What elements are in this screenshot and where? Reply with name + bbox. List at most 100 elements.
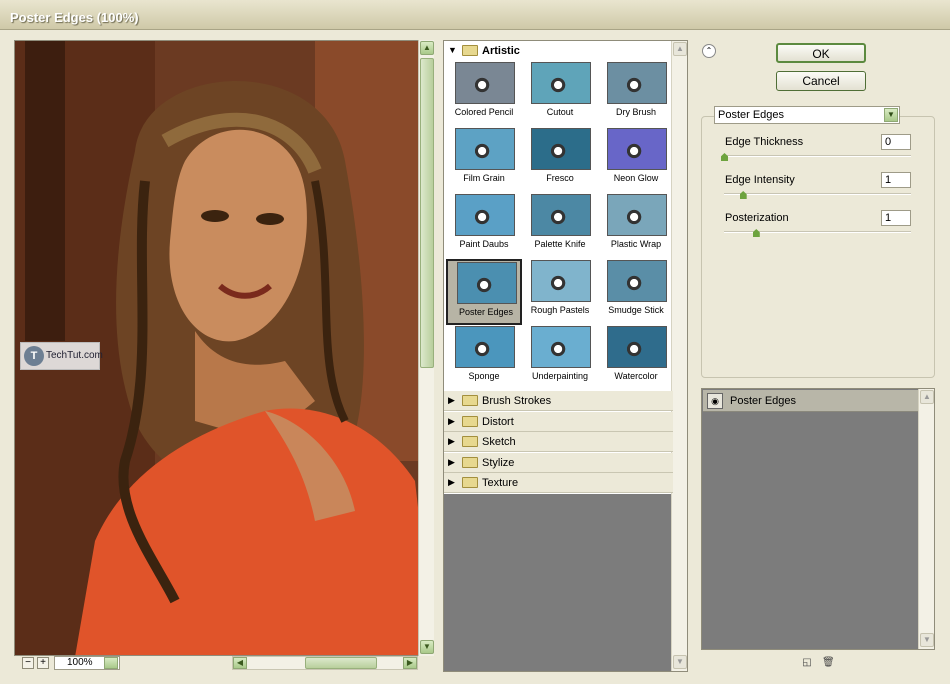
folder-icon [462, 456, 478, 468]
filter-thumb-label: Poster Edges [458, 307, 514, 317]
category-label: Artistic [482, 45, 520, 57]
scroll-up-icon[interactable]: ▲ [920, 390, 934, 404]
scroll-down-icon[interactable]: ▼ [920, 633, 934, 647]
filter-thumb-underpainting[interactable]: Underpainting [522, 325, 598, 391]
filter-thumb-paint-daubs[interactable]: Paint Daubs [446, 193, 522, 259]
scroll-up-icon[interactable]: ▲ [673, 42, 687, 56]
filter-thumb-poster-edges[interactable]: Poster Edges [446, 259, 522, 325]
filter-thumb-label: Paint Daubs [459, 239, 509, 249]
category-label: Distort [482, 415, 514, 428]
category-stylize[interactable]: ▶ Stylize [444, 452, 673, 473]
edge-intensity-slider[interactable] [724, 193, 911, 195]
category-label: Texture [482, 477, 519, 489]
layers-scrollbar[interactable]: ▲ ▼ [918, 389, 934, 649]
watermark-icon: T [24, 346, 44, 366]
gallery-scrollbar[interactable]: ▲ ▼ [671, 41, 687, 671]
filter-thumb-palette-knife[interactable]: Palette Knife [522, 193, 598, 259]
filter-thumb-cutout[interactable]: Cutout [522, 61, 598, 127]
category-texture[interactable]: ▶ Texture [444, 473, 673, 493]
posterization-slider[interactable] [724, 231, 911, 233]
category-label: Stylize [482, 456, 515, 469]
filter-thumb-label: Sponge [468, 371, 500, 381]
edge-intensity-input[interactable]: 1 [881, 172, 911, 188]
category-brush-strokes[interactable]: ▶ Brush Strokes [444, 391, 673, 411]
folder-icon [462, 436, 478, 447]
filter-thumb-label: Plastic Wrap [610, 239, 662, 249]
filter-preview-image [607, 326, 667, 368]
title-bar[interactable]: Poster Edges (100%) [0, 0, 950, 30]
category-label: Sketch [482, 436, 516, 448]
category-distort[interactable]: ▶ Distort [444, 411, 673, 432]
filter-preview-image [455, 128, 515, 170]
folder-icon [462, 395, 478, 406]
filter-thumb-dry-brush[interactable]: Dry Brush [598, 61, 674, 127]
filter-thumb-fresco[interactable]: Fresco [522, 127, 598, 193]
zoom-dropdown-icon[interactable] [104, 657, 118, 669]
ok-button[interactable]: OK [776, 43, 866, 63]
preview-horizontal-scrollbar[interactable]: ◀ ▶ [232, 656, 418, 670]
filter-preview-image [455, 62, 515, 104]
filter-select-value: Poster Edges [718, 109, 785, 121]
scroll-up-icon[interactable]: ▲ [420, 41, 434, 55]
watermark-logo: T TechTut.com [20, 342, 103, 370]
filter-thumb-label: Dry Brush [615, 107, 656, 117]
new-effect-layer-icon[interactable]: ◱ [801, 657, 813, 669]
filter-preview-image [455, 326, 515, 368]
filter-select[interactable]: Poster Edges ▼ [714, 106, 900, 124]
filter-thumb-film-grain[interactable]: Film Grain [446, 127, 522, 193]
filter-preview-image [607, 260, 667, 302]
collapsed-triangle-icon: ▶ [448, 456, 455, 467]
filter-thumb-colored-pencil[interactable]: Colored Pencil [446, 61, 522, 127]
scroll-thumb[interactable] [420, 58, 434, 368]
posterization-input[interactable]: 1 [881, 210, 911, 226]
scroll-down-icon[interactable]: ▼ [673, 655, 687, 669]
collapsed-triangle-icon: ▶ [448, 415, 455, 426]
filter-thumb-label: Colored Pencil [454, 107, 514, 117]
filter-preview-image [531, 128, 591, 170]
watermark-text: TechTut.com [46, 350, 103, 361]
filter-thumb-smudge-stick[interactable]: Smudge Stick [598, 259, 674, 325]
filter-thumbnails: Colored Pencil Cutout Dry Brush Film Grain F… [444, 61, 673, 391]
filter-thumb-label: Film Grain [463, 173, 505, 183]
h-scroll-thumb[interactable] [305, 657, 377, 669]
effect-layer-row[interactable]: ◉ Poster Edges [703, 390, 918, 412]
folder-icon [462, 477, 478, 488]
filter-thumb-neon-glow[interactable]: Neon Glow [598, 127, 674, 193]
filter-thumb-sponge[interactable]: Sponge [446, 325, 522, 391]
collapse-gallery-icon[interactable]: ⌃ [702, 44, 716, 58]
category-sketch[interactable]: ▶ Sketch [444, 432, 673, 452]
posterization-label: Posterization [725, 212, 789, 224]
chevron-down-icon[interactable]: ▼ [884, 108, 898, 122]
filter-preview-image [531, 260, 591, 302]
filter-thumb-plastic-wrap[interactable]: Plastic Wrap [598, 193, 674, 259]
edge-thickness-input[interactable]: 0 [881, 134, 911, 150]
filter-thumb-label: Underpainting [531, 371, 589, 381]
edge-thickness-slider[interactable] [724, 155, 911, 157]
edge-intensity-label: Edge Intensity [725, 174, 795, 186]
trash-icon[interactable]: 🗑 [822, 657, 835, 669]
preview-vertical-scrollbar[interactable]: ▲ ▼ [418, 40, 434, 656]
gallery-empty-area [444, 494, 673, 671]
effect-layer-name: Poster Edges [730, 395, 797, 407]
collapsed-triangle-icon: ▶ [448, 477, 455, 487]
scroll-down-icon[interactable]: ▼ [420, 640, 434, 654]
scroll-right-icon[interactable]: ▶ [403, 657, 417, 669]
filter-gallery: ▼ Artistic Colored Pencil Cutout Dry Brush… [443, 40, 688, 672]
filter-thumb-label: Watercolor [614, 371, 658, 381]
zoom-in-button[interactable]: + [37, 657, 49, 669]
filter-thumb-watercolor[interactable]: Watercolor [598, 325, 674, 391]
filter-thumb-label: Neon Glow [613, 173, 659, 183]
filter-thumb-rough-pastels[interactable]: Rough Pastels [522, 259, 598, 325]
zoom-out-button[interactable]: − [22, 657, 34, 669]
category-artistic[interactable]: ▼ Artistic [444, 41, 673, 61]
filter-preview-image [531, 326, 591, 368]
collapsed-triangle-icon: ▶ [448, 395, 455, 405]
filter-preview-image [607, 128, 667, 170]
expanded-triangle-icon: ▼ [448, 45, 457, 55]
filter-preview-image [531, 194, 591, 236]
filter-thumb-label: Rough Pastels [530, 305, 590, 315]
scroll-left-icon[interactable]: ◀ [233, 657, 247, 669]
eye-icon[interactable]: ◉ [707, 393, 723, 409]
cancel-button[interactable]: Cancel [776, 71, 866, 91]
folder-icon [462, 45, 478, 56]
